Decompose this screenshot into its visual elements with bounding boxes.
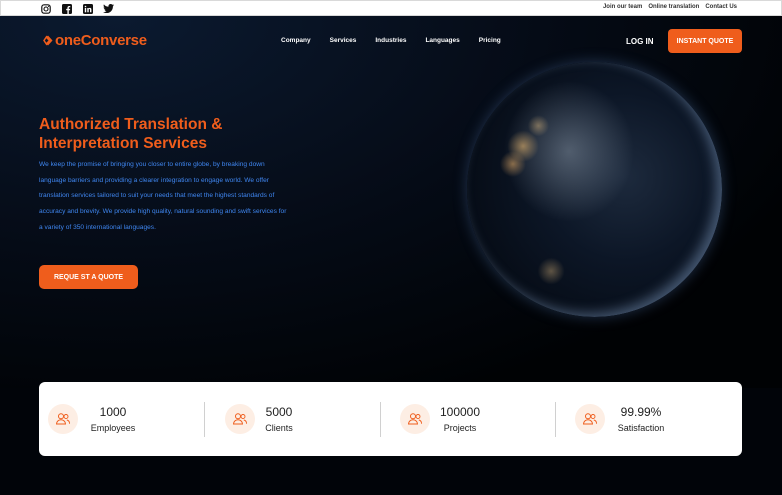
nav-pricing[interactable]: Pricing — [479, 37, 501, 44]
earth-globe-image — [467, 62, 722, 317]
stat-value: 5000 — [265, 405, 293, 419]
twitter-icon[interactable] — [103, 3, 114, 14]
stat-value: 99.99% — [620, 405, 662, 419]
users-icon — [575, 404, 605, 434]
login-link[interactable]: LOG IN — [626, 37, 654, 46]
instagram-icon[interactable] — [40, 3, 51, 14]
online-translation-link[interactable]: Online translation — [648, 4, 699, 10]
top-links: Join our team Online translation Contact… — [603, 4, 737, 10]
stat-value: 100000 — [439, 405, 481, 419]
nav-company[interactable]: Company — [281, 37, 311, 44]
logo[interactable]: oneConverse — [43, 32, 147, 49]
stat-divider — [204, 402, 205, 437]
hero-section: oneConverse Company Services Industries … — [0, 16, 782, 388]
stats-card: 1000 Employees 5000 Clients 100000 Proje… — [39, 382, 742, 456]
facebook-icon[interactable] — [61, 3, 72, 14]
top-bar: Join our team Online translation Contact… — [0, 0, 782, 16]
linkedin-icon[interactable] — [82, 3, 93, 14]
hero-description: We keep the promise of bringing you clos… — [39, 161, 287, 231]
nav-languages[interactable]: Languages — [425, 37, 459, 44]
hero-headline-line2: Interpretation Services — [39, 135, 207, 152]
contact-us-link[interactable]: Contact Us — [705, 4, 737, 10]
hero-headline: Authorized Translation & Interpretation … — [39, 115, 299, 153]
nav-industries[interactable]: Industries — [375, 37, 406, 44]
users-icon — [48, 404, 78, 434]
nav-services[interactable]: Services — [330, 37, 357, 44]
stat-value: 1000 — [99, 405, 127, 419]
social-links — [40, 3, 114, 14]
stat-label: Clients — [265, 423, 293, 433]
join-our-team-link[interactable]: Join our team — [603, 4, 642, 10]
stat-label: Satisfaction — [617, 423, 665, 433]
hero-headline-line1: Authorized Translation & — [39, 116, 223, 133]
stat-label: Projects — [443, 423, 477, 433]
logo-text: oneConverse — [55, 32, 147, 49]
stat-divider — [380, 402, 381, 437]
stat-divider — [555, 402, 556, 437]
instant-quote-button[interactable]: INSTANT QUOTE — [668, 29, 742, 53]
logo-mark-icon — [43, 35, 53, 46]
main-nav: Company Services Industries Languages Pr… — [281, 37, 501, 44]
stat-label: Employees — [90, 423, 136, 433]
request-quote-button[interactable]: REQUE ST A QUOTE — [39, 265, 138, 289]
